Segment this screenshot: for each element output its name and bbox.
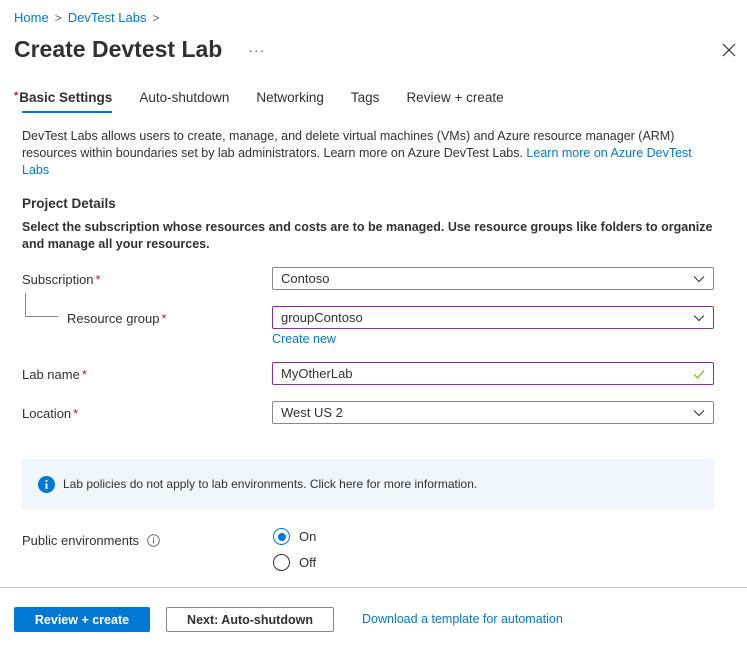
resource-group-label-text: Resource group: [67, 311, 160, 326]
tab-basic-settings[interactable]: *Basic Settings: [14, 90, 113, 113]
required-marker: *: [81, 367, 87, 382]
info-banner-text: Lab policies do not apply to lab environ…: [63, 477, 478, 491]
radio-circle: [273, 554, 290, 571]
info-banner[interactable]: Lab policies do not apply to lab environ…: [22, 459, 714, 509]
footer-divider: [0, 587, 747, 588]
project-details-heading: Project Details: [22, 196, 116, 211]
tab-bar: *Basic Settings Auto-shutdown Networking…: [14, 90, 531, 113]
description: DevTest Labs allows users to create, man…: [22, 128, 722, 179]
radio-on[interactable]: On: [273, 528, 316, 545]
public-environments-label: Public environments: [22, 533, 160, 548]
create-new-link[interactable]: Create new: [272, 332, 336, 346]
lab-name-input[interactable]: MyOtherLab: [272, 362, 714, 385]
required-marker: *: [14, 90, 19, 102]
resource-group-label: Resource group *: [67, 311, 167, 326]
resource-group-dropdown[interactable]: groupContoso: [272, 306, 714, 329]
chevron-down-icon: [693, 410, 705, 417]
public-environments-label-text: Public environments: [22, 533, 140, 548]
subscription-label: Subscription *: [22, 272, 101, 287]
required-marker: *: [161, 311, 167, 326]
subscription-label-text: Subscription: [22, 272, 94, 287]
title-row: Create Devtest Lab ···: [14, 36, 265, 63]
project-details-description: Select the subscription whose resources …: [22, 220, 713, 251]
required-marker: *: [95, 272, 101, 287]
resource-group-value: groupContoso: [281, 310, 363, 325]
review-create-button[interactable]: Review + create: [14, 607, 150, 632]
breadcrumb-devtest-labs[interactable]: DevTest Labs: [68, 10, 147, 25]
location-label: Location *: [22, 406, 78, 421]
radio-off-label: Off: [299, 555, 317, 570]
tree-connector: [25, 293, 58, 317]
next-auto-shutdown-button[interactable]: Next: Auto-shutdown: [166, 607, 334, 632]
close-icon[interactable]: [721, 42, 737, 58]
chevron-right-icon: >: [54, 10, 62, 25]
radio-off[interactable]: Off: [273, 554, 316, 571]
radio-circle: [273, 528, 290, 545]
subscription-value: Contoso: [281, 271, 330, 286]
tab-label: Basic Settings: [19, 90, 113, 105]
lab-name-label-text: Lab name: [22, 367, 80, 382]
page-title: Create Devtest Lab: [14, 36, 223, 62]
info-icon: [38, 475, 55, 493]
chevron-down-icon: [693, 276, 705, 283]
checkmark-icon: [693, 370, 705, 379]
chevron-down-icon: [693, 315, 705, 322]
tab-auto-shutdown[interactable]: Auto-shutdown: [139, 90, 229, 113]
location-dropdown[interactable]: West US 2: [272, 401, 714, 424]
location-value: West US 2: [281, 405, 343, 420]
tab-review-create[interactable]: Review + create: [406, 90, 503, 113]
download-template-link[interactable]: Download a template for automation: [362, 612, 563, 626]
breadcrumb: Home > DevTest Labs >: [14, 10, 165, 25]
more-options-icon[interactable]: ···: [248, 42, 265, 58]
tab-tags[interactable]: Tags: [351, 90, 380, 113]
chevron-right-icon: >: [152, 10, 160, 25]
required-marker: *: [73, 406, 79, 421]
lab-name-label: Lab name *: [22, 367, 87, 382]
lab-name-value: MyOtherLab: [281, 366, 353, 381]
radio-on-label: On: [299, 529, 317, 544]
info-tooltip-icon[interactable]: [147, 534, 160, 547]
breadcrumb-home[interactable]: Home: [14, 10, 49, 25]
tab-networking[interactable]: Networking: [256, 90, 324, 113]
location-label-text: Location: [22, 406, 72, 421]
subscription-dropdown[interactable]: Contoso: [272, 267, 714, 290]
